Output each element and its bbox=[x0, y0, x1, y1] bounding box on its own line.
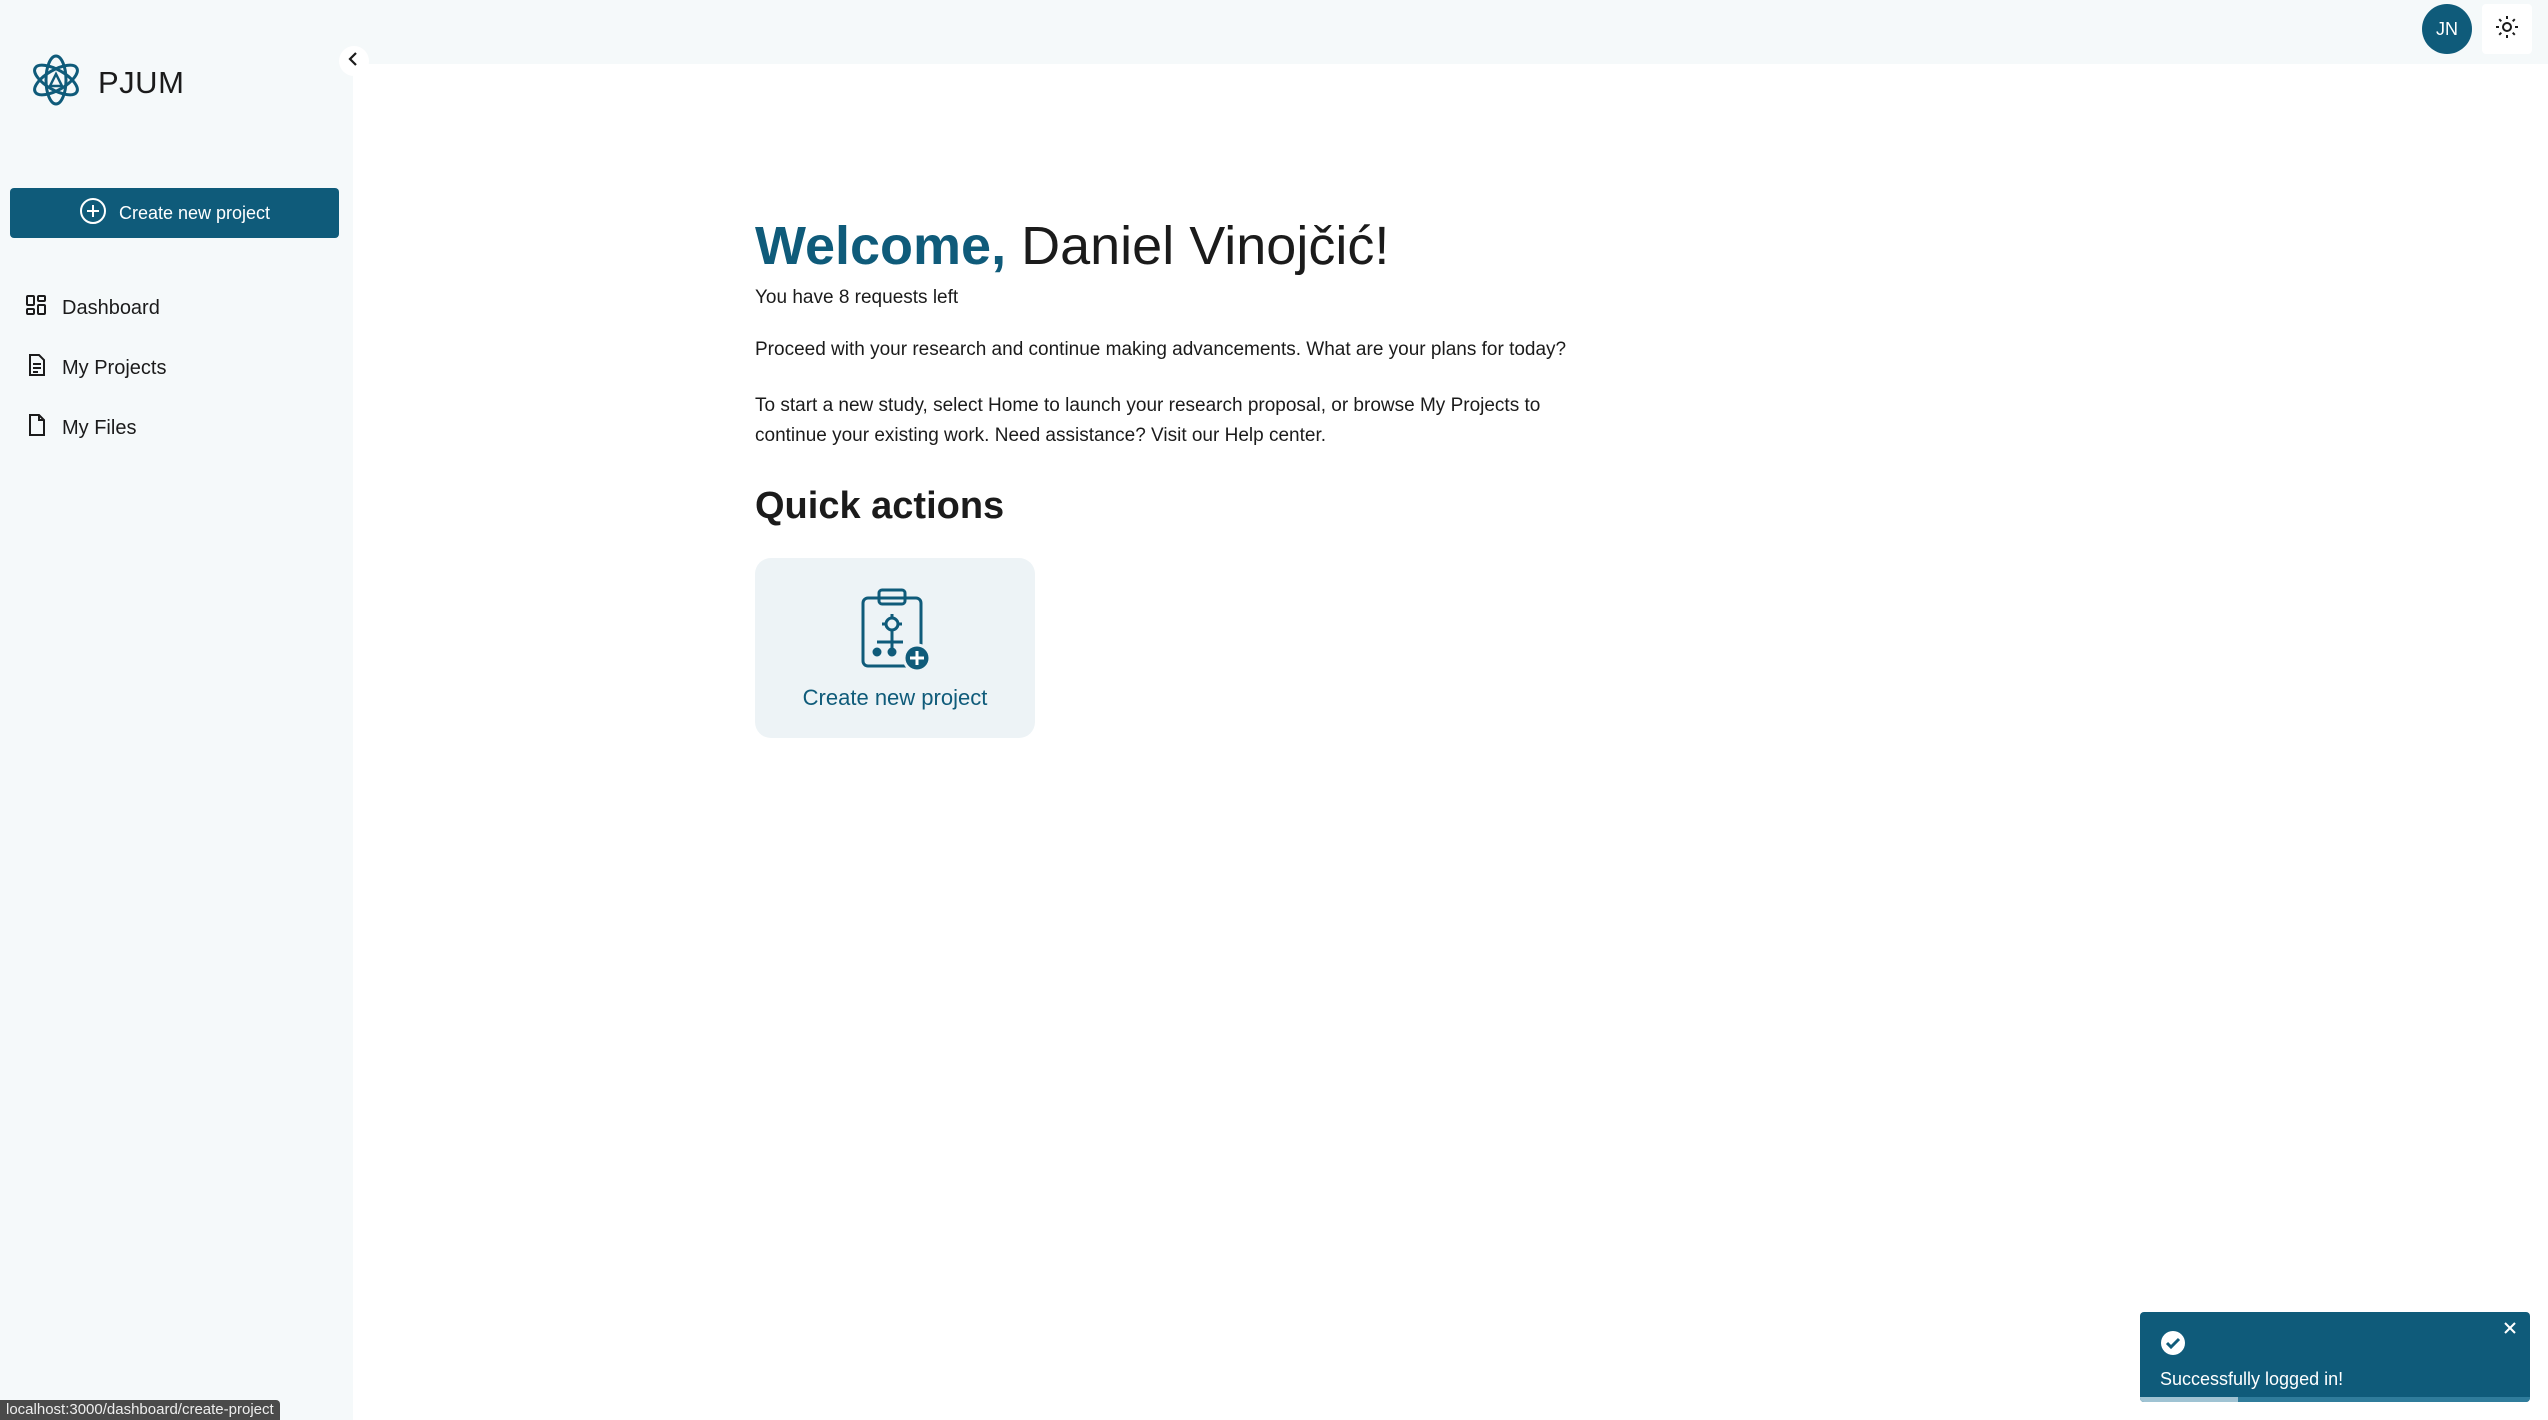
sidebar: PJUM Create new project Dashboard My Pro… bbox=[0, 0, 353, 1420]
toast-message: Successfully logged in! bbox=[2160, 1369, 2344, 1389]
document-lines-icon bbox=[24, 353, 48, 383]
main-content: Welcome, Daniel Vinojčić! You have 8 req… bbox=[353, 64, 2548, 1420]
avatar[interactable]: JN bbox=[2422, 4, 2472, 54]
clipboard-plus-icon bbox=[855, 586, 935, 679]
sidebar-item-dashboard[interactable]: Dashboard bbox=[24, 278, 166, 338]
quick-action-label: Create new project bbox=[802, 684, 988, 710]
help-paragraph: To start a new study, select Home to lau… bbox=[755, 394, 1541, 446]
atom-logo-icon bbox=[28, 52, 84, 113]
toast-progress-track bbox=[2140, 1397, 2530, 1402]
quick-actions-title: Quick actions bbox=[755, 484, 1005, 527]
theme-toggle-button[interactable] bbox=[2482, 4, 2532, 54]
file-icon bbox=[24, 413, 48, 443]
dashboard-content: Welcome, Daniel Vinojčić! You have 8 req… bbox=[755, 214, 1655, 738]
brand-name: PJUM bbox=[98, 64, 185, 100]
sidebar-item-label: My Files bbox=[62, 416, 137, 439]
topbar-actions: JN bbox=[2422, 4, 2532, 54]
avatar-initials: JN bbox=[2436, 18, 2458, 39]
sidebar-item-my-files[interactable]: My Files bbox=[24, 398, 166, 458]
toast-notification: Successfully logged in! bbox=[2140, 1312, 2530, 1402]
brand-logo[interactable]: PJUM bbox=[28, 52, 184, 113]
close-icon bbox=[2502, 1322, 2518, 1340]
check-circle-icon bbox=[2160, 1331, 2186, 1360]
sun-icon bbox=[2495, 15, 2519, 44]
create-project-button[interactable]: Create new project bbox=[10, 188, 339, 238]
dashboard-icon bbox=[24, 293, 48, 323]
status-url: localhost:3000/dashboard/create-project bbox=[0, 1400, 280, 1420]
welcome-prefix: Welcome, bbox=[755, 216, 1007, 276]
sidebar-nav: Dashboard My Projects My Files bbox=[24, 278, 166, 458]
sidebar-item-label: My Projects bbox=[62, 356, 167, 379]
page-title: Welcome, Daniel Vinojčić! bbox=[755, 214, 1655, 279]
app-root: PJUM Create new project Dashboard My Pro… bbox=[0, 0, 2548, 1420]
toast-close-button[interactable] bbox=[2502, 1320, 2518, 1341]
sidebar-item-my-projects[interactable]: My Projects bbox=[24, 338, 166, 398]
collapse-sidebar-button[interactable] bbox=[339, 46, 369, 76]
create-project-label: Create new project bbox=[118, 202, 271, 223]
plus-circle-icon bbox=[79, 197, 107, 230]
user-name: Daniel Vinojčić! bbox=[1021, 216, 1390, 276]
requests-left-text: You have 8 requests left bbox=[755, 286, 959, 308]
chevron-left-icon bbox=[346, 51, 362, 72]
sidebar-item-label: Dashboard bbox=[62, 296, 160, 319]
intro-paragraph: Proceed with your research and continue … bbox=[755, 338, 1567, 360]
toast-progress-bar bbox=[2140, 1397, 2238, 1402]
quick-action-create-project[interactable]: Create new project bbox=[755, 557, 1035, 738]
